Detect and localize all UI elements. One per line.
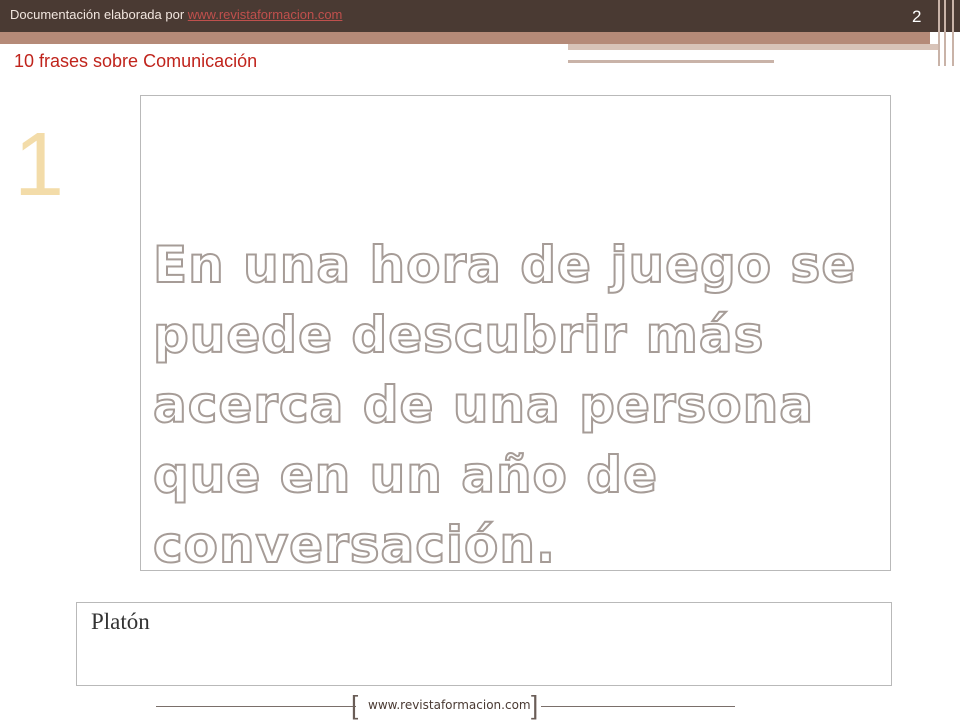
footer-url[interactable]: www.revistaformacion.com <box>368 698 531 712</box>
header-bar: Documentación elaborada por www.revistaf… <box>0 0 960 32</box>
quote-author: Platón <box>91 609 150 634</box>
header-rule <box>0 32 930 44</box>
corner-rule <box>944 0 946 66</box>
quote-box: En una hora de juego se puede descubrir … <box>140 95 891 575</box>
slide-subtitle: 10 frases sobre Comunicación <box>14 51 258 71</box>
header-link[interactable]: www.revistaformacion.com <box>188 7 343 22</box>
page-number: 2 <box>912 7 922 26</box>
author-box: Platón <box>76 602 892 686</box>
footer-bracket-left: [ <box>351 690 359 720</box>
header-attribution: Documentación elaborada por www.revistaf… <box>10 7 342 22</box>
footer-line-left <box>156 706 356 707</box>
corner-rule <box>952 0 954 66</box>
corner-rule <box>938 0 940 66</box>
header-rule-thin <box>568 60 774 63</box>
footer-line-right <box>541 706 735 707</box>
quote-number: 1 <box>14 115 65 215</box>
header-rule-highlight <box>568 50 888 52</box>
header-prefix: Documentación elaborada por <box>10 7 188 22</box>
footer-bracket-right: ] <box>531 690 539 720</box>
quote-text: En una hora de juego se puede descubrir … <box>152 235 857 575</box>
